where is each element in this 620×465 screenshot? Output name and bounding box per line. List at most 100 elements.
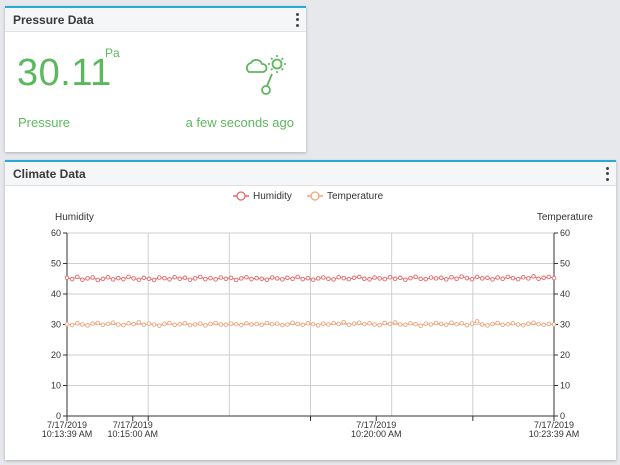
data-point-temperature-71 bbox=[428, 322, 434, 327]
data-point-temperature-74 bbox=[444, 322, 449, 328]
data-point-humidity-61 bbox=[377, 276, 382, 281]
data-point-temperature-93 bbox=[541, 322, 546, 328]
data-point-temperature-63 bbox=[387, 321, 393, 327]
data-point-humidity-1 bbox=[69, 276, 75, 282]
data-point-temperature-14 bbox=[136, 320, 142, 325]
y-left-tick-label-30: 30 bbox=[51, 320, 61, 330]
data-point-humidity-31 bbox=[223, 276, 229, 282]
data-point-temperature-30 bbox=[218, 322, 224, 327]
data-point-temperature-38 bbox=[259, 322, 265, 328]
data-point-humidity-84 bbox=[495, 275, 500, 280]
data-point-temperature-39 bbox=[264, 320, 270, 326]
data-point-humidity-57 bbox=[356, 274, 362, 280]
data-point-humidity-75 bbox=[449, 274, 454, 280]
data-point-humidity-5 bbox=[90, 275, 95, 280]
data-point-temperature-4 bbox=[85, 323, 90, 328]
data-point-humidity-20 bbox=[167, 277, 172, 282]
data-point-temperature-2 bbox=[75, 321, 80, 326]
climate-chart: Humidity TemperatureHumidity Temperature0 0… bbox=[42, 191, 594, 439]
data-point-temperature-13 bbox=[131, 321, 136, 327]
data-point-temperature-73 bbox=[438, 321, 444, 327]
data-point-humidity-80 bbox=[474, 274, 480, 280]
data-point-humidity-36 bbox=[249, 276, 254, 282]
data-point-temperature-80 bbox=[474, 319, 480, 324]
data-point-humidity-49 bbox=[315, 276, 321, 281]
data-point-humidity-60 bbox=[372, 275, 377, 280]
data-point-temperature-60 bbox=[372, 322, 377, 327]
data-point-temperature-54 bbox=[341, 319, 347, 325]
data-point-humidity-56 bbox=[351, 275, 357, 281]
data-point-temperature-48 bbox=[310, 321, 316, 327]
data-point-temperature-46 bbox=[300, 322, 306, 328]
data-point-humidity-45 bbox=[295, 274, 300, 280]
data-point-humidity-53 bbox=[336, 274, 341, 280]
data-point-temperature-0 bbox=[64, 321, 70, 327]
data-point-humidity-54 bbox=[341, 275, 347, 281]
data-point-temperature-35 bbox=[244, 321, 249, 326]
y-left-tick-label-60: 60 bbox=[51, 228, 61, 238]
data-point-temperature-64 bbox=[392, 320, 398, 325]
data-point-temperature-18 bbox=[157, 323, 162, 328]
data-point-humidity-28 bbox=[208, 275, 213, 281]
data-point-temperature-89 bbox=[520, 322, 526, 328]
data-point-humidity-25 bbox=[192, 276, 198, 281]
data-point-humidity-88 bbox=[515, 276, 521, 282]
data-point-humidity-59 bbox=[367, 277, 372, 282]
pressure-unit: Pa bbox=[105, 46, 120, 60]
data-point-humidity-27 bbox=[203, 276, 208, 282]
data-point-temperature-56 bbox=[351, 321, 357, 326]
y-left-tick-label-50: 50 bbox=[51, 259, 61, 269]
pressure-updated-time: a few seconds ago bbox=[185, 115, 294, 130]
data-point-humidity-91 bbox=[531, 274, 536, 279]
data-point-humidity-83 bbox=[490, 277, 495, 282]
y-right-tick-label-30: 30 bbox=[560, 320, 570, 330]
data-point-humidity-21 bbox=[172, 274, 177, 280]
data-point-humidity-43 bbox=[285, 275, 290, 281]
data-point-humidity-82 bbox=[485, 275, 490, 281]
data-point-temperature-87 bbox=[510, 321, 516, 326]
data-point-humidity-50 bbox=[321, 275, 326, 280]
pressure-value: 30.11 bbox=[17, 52, 112, 94]
data-point-humidity-63 bbox=[387, 274, 393, 280]
data-point-humidity-68 bbox=[413, 274, 418, 280]
data-point-temperature-94 bbox=[546, 321, 552, 327]
y-right-tick-label-10: 10 bbox=[560, 381, 570, 391]
data-point-humidity-62 bbox=[382, 276, 388, 282]
data-point-humidity-81 bbox=[479, 276, 485, 281]
data-point-temperature-57 bbox=[356, 320, 362, 325]
data-point-humidity-6 bbox=[95, 277, 101, 283]
data-point-humidity-30 bbox=[218, 275, 224, 280]
y-right-tick-label-40: 40 bbox=[560, 289, 570, 299]
data-point-humidity-24 bbox=[187, 277, 193, 282]
data-point-temperature-28 bbox=[208, 321, 213, 327]
data-point-humidity-76 bbox=[454, 276, 459, 282]
y-left-tick-label-20: 20 bbox=[51, 350, 61, 360]
data-point-temperature-81 bbox=[479, 322, 485, 327]
data-point-temperature-69 bbox=[418, 323, 423, 328]
data-point-temperature-52 bbox=[331, 320, 336, 326]
data-point-humidity-2 bbox=[75, 274, 80, 280]
data-point-temperature-66 bbox=[403, 322, 408, 328]
data-point-humidity-22 bbox=[177, 276, 183, 282]
data-point-temperature-29 bbox=[213, 320, 218, 326]
data-point-temperature-37 bbox=[254, 321, 259, 327]
data-point-temperature-84 bbox=[495, 320, 500, 326]
pressure-card-menu-icon[interactable] bbox=[292, 12, 302, 28]
data-point-humidity-33 bbox=[233, 277, 239, 283]
climate-card-menu-icon[interactable] bbox=[602, 166, 612, 182]
pressure-card: Pressure Data 30.11 Pa Pressure a few se… bbox=[5, 6, 306, 152]
data-point-temperature-22 bbox=[177, 321, 183, 327]
pressure-card-title: Pressure Data bbox=[13, 12, 94, 27]
data-point-temperature-76 bbox=[454, 321, 459, 327]
data-point-temperature-15 bbox=[141, 322, 147, 328]
data-point-temperature-1 bbox=[69, 322, 75, 328]
data-point-humidity-0 bbox=[64, 275, 70, 281]
data-point-humidity-41 bbox=[274, 276, 280, 281]
data-point-temperature-65 bbox=[397, 322, 403, 327]
data-point-humidity-46 bbox=[300, 276, 306, 282]
data-point-temperature-67 bbox=[408, 321, 413, 326]
data-point-humidity-73 bbox=[438, 275, 444, 281]
data-point-humidity-32 bbox=[228, 275, 234, 281]
data-point-temperature-82 bbox=[485, 323, 490, 328]
data-point-temperature-7 bbox=[100, 322, 106, 328]
